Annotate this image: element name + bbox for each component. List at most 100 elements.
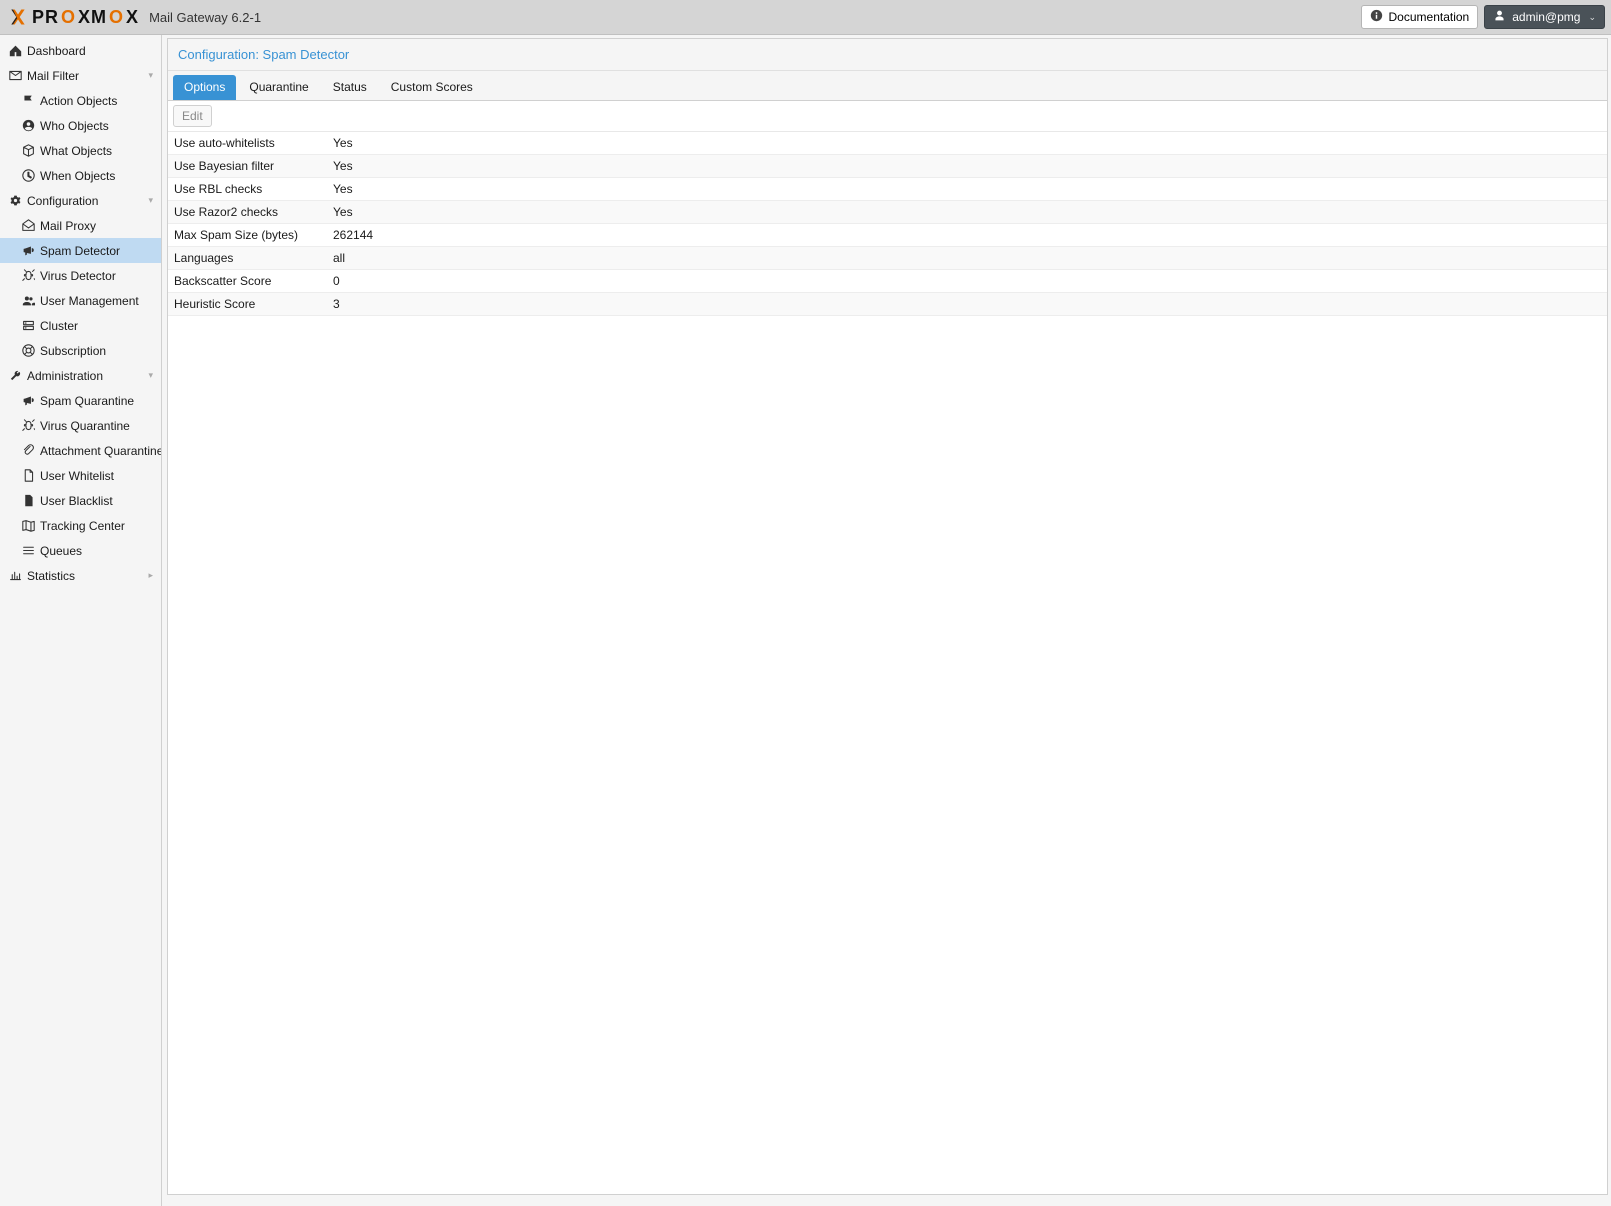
nav-label: Mail Proxy (40, 219, 96, 233)
user-label: admin@pmg (1512, 10, 1580, 24)
toolbar: Edit (168, 101, 1607, 132)
user-icon (1493, 9, 1506, 25)
option-row[interactable]: Use Bayesian filterYes (168, 155, 1607, 178)
nav-label: Configuration (27, 194, 98, 208)
tab-options[interactable]: Options (173, 75, 236, 100)
mail-icon (8, 69, 22, 83)
nav-what-objects[interactable]: What Objects (0, 138, 161, 163)
edit-button[interactable]: Edit (173, 105, 212, 127)
nav-label: Cluster (40, 319, 78, 333)
dashboard-icon (8, 44, 22, 58)
nav-spam-detector[interactable]: Spam Detector (0, 238, 161, 263)
option-row[interactable]: Use auto-whitelistsYes (168, 132, 1607, 155)
option-value: Yes (327, 178, 1607, 201)
option-value: Yes (327, 155, 1607, 178)
nav-configuration[interactable]: Configuration ▾ (0, 188, 161, 213)
users-icon (21, 294, 35, 308)
nav-label: When Objects (40, 169, 115, 183)
nav-label: Spam Quarantine (40, 394, 134, 408)
nav-label: Subscription (40, 344, 106, 358)
main-content: Configuration: Spam Detector OptionsQuar… (162, 35, 1611, 1206)
config-panel: Configuration: Spam Detector OptionsQuar… (167, 38, 1608, 1195)
cube-icon (21, 144, 35, 158)
nav-when-objects[interactable]: When Objects (0, 163, 161, 188)
nav-user-blacklist[interactable]: User Blacklist (0, 488, 161, 513)
map-icon (21, 519, 35, 533)
file-icon (21, 469, 35, 483)
options-grid[interactable]: Use auto-whitelistsYesUse Bayesian filte… (168, 132, 1607, 1194)
chevron-down-icon: ⌄ (1588, 12, 1596, 23)
option-row[interactable]: Heuristic Score3 (168, 293, 1607, 316)
nav-label: Spam Detector (40, 244, 120, 258)
nav-virus-quarantine[interactable]: Virus Quarantine (0, 413, 161, 438)
nav-label: Dashboard (27, 44, 86, 58)
nav-label: Action Objects (40, 94, 117, 108)
nav-subscription[interactable]: Subscription (0, 338, 161, 363)
option-value: 3 (327, 293, 1607, 316)
bug-icon (21, 419, 35, 433)
option-value: Yes (327, 132, 1607, 155)
file-solid-icon (21, 494, 35, 508)
option-value: Yes (327, 201, 1607, 224)
logo-text-5: X (126, 7, 139, 28)
option-label: Backscatter Score (168, 270, 327, 293)
nav-label: Who Objects (40, 119, 109, 133)
logo-text-1: PR (32, 7, 59, 28)
nav-label: What Objects (40, 144, 112, 158)
nav-user-whitelist[interactable]: User Whitelist (0, 463, 161, 488)
option-value: 262144 (327, 224, 1607, 247)
nav-label: Tracking Center (40, 519, 125, 533)
envelope-open-icon (21, 219, 35, 233)
nav-attachment-quarantine[interactable]: Attachment Quarantine (0, 438, 161, 463)
nav-label: User Whitelist (40, 469, 114, 483)
option-value: 0 (327, 270, 1607, 293)
nav-statistics[interactable]: Statistics▸ (0, 563, 161, 588)
life-ring-icon (21, 344, 35, 358)
option-label: Languages (168, 247, 327, 270)
logo: PROXMOX (8, 7, 139, 28)
nav-spam-quarantine[interactable]: Spam Quarantine (0, 388, 161, 413)
nav-user-management[interactable]: User Management (0, 288, 161, 313)
nav-label: Virus Detector (40, 269, 116, 283)
nav-label: Mail Filter (27, 69, 79, 83)
nav-label: Administration (27, 369, 103, 383)
documentation-button[interactable]: Documentation (1361, 5, 1479, 29)
option-row[interactable]: Use RBL checksYes (168, 178, 1607, 201)
nav-queues[interactable]: Queues (0, 538, 161, 563)
wrench-icon (8, 369, 22, 383)
option-value: all (327, 247, 1607, 270)
nav-label: User Blacklist (40, 494, 113, 508)
option-row[interactable]: Backscatter Score0 (168, 270, 1607, 293)
user-menu-button[interactable]: admin@pmg ⌄ (1484, 5, 1605, 29)
logo-text-2: O (61, 7, 76, 28)
nav-cluster[interactable]: Cluster (0, 313, 161, 338)
option-row[interactable]: Max Spam Size (bytes)262144 (168, 224, 1607, 247)
caret-down-icon: ▾ (148, 195, 153, 206)
option-row[interactable]: Languagesall (168, 247, 1607, 270)
option-row[interactable]: Use Razor2 checksYes (168, 201, 1607, 224)
bullhorn-icon (21, 244, 35, 258)
chart-icon (8, 569, 22, 583)
nav-tracking-center[interactable]: Tracking Center (0, 513, 161, 538)
footer-splitter (167, 1195, 1608, 1203)
tab-custom-scores[interactable]: Custom Scores (380, 75, 484, 100)
option-label: Max Spam Size (bytes) (168, 224, 327, 247)
nav-mail-filter[interactable]: Mail Filter▾ (0, 63, 161, 88)
nav-action-objects[interactable]: Action Objects (0, 88, 161, 113)
bars-icon (21, 544, 35, 558)
nav-mail-proxy[interactable]: Mail Proxy (0, 213, 161, 238)
bullhorn-icon (21, 394, 35, 408)
nav-dashboard[interactable]: Dashboard (0, 38, 161, 63)
nav-virus-detector[interactable]: Virus Detector (0, 263, 161, 288)
nav-label: Queues (40, 544, 82, 558)
tab-quarantine[interactable]: Quarantine (238, 75, 319, 100)
documentation-label: Documentation (1389, 10, 1470, 24)
nav-who-objects[interactable]: Who Objects (0, 113, 161, 138)
tab-bar: OptionsQuarantineStatusCustom Scores (168, 71, 1607, 101)
tab-status[interactable]: Status (322, 75, 378, 100)
panel-title: Configuration: Spam Detector (168, 39, 1607, 71)
server-icon (21, 319, 35, 333)
bug-icon (21, 269, 35, 283)
nav-administration[interactable]: Administration▾ (0, 363, 161, 388)
option-label: Use Razor2 checks (168, 201, 327, 224)
